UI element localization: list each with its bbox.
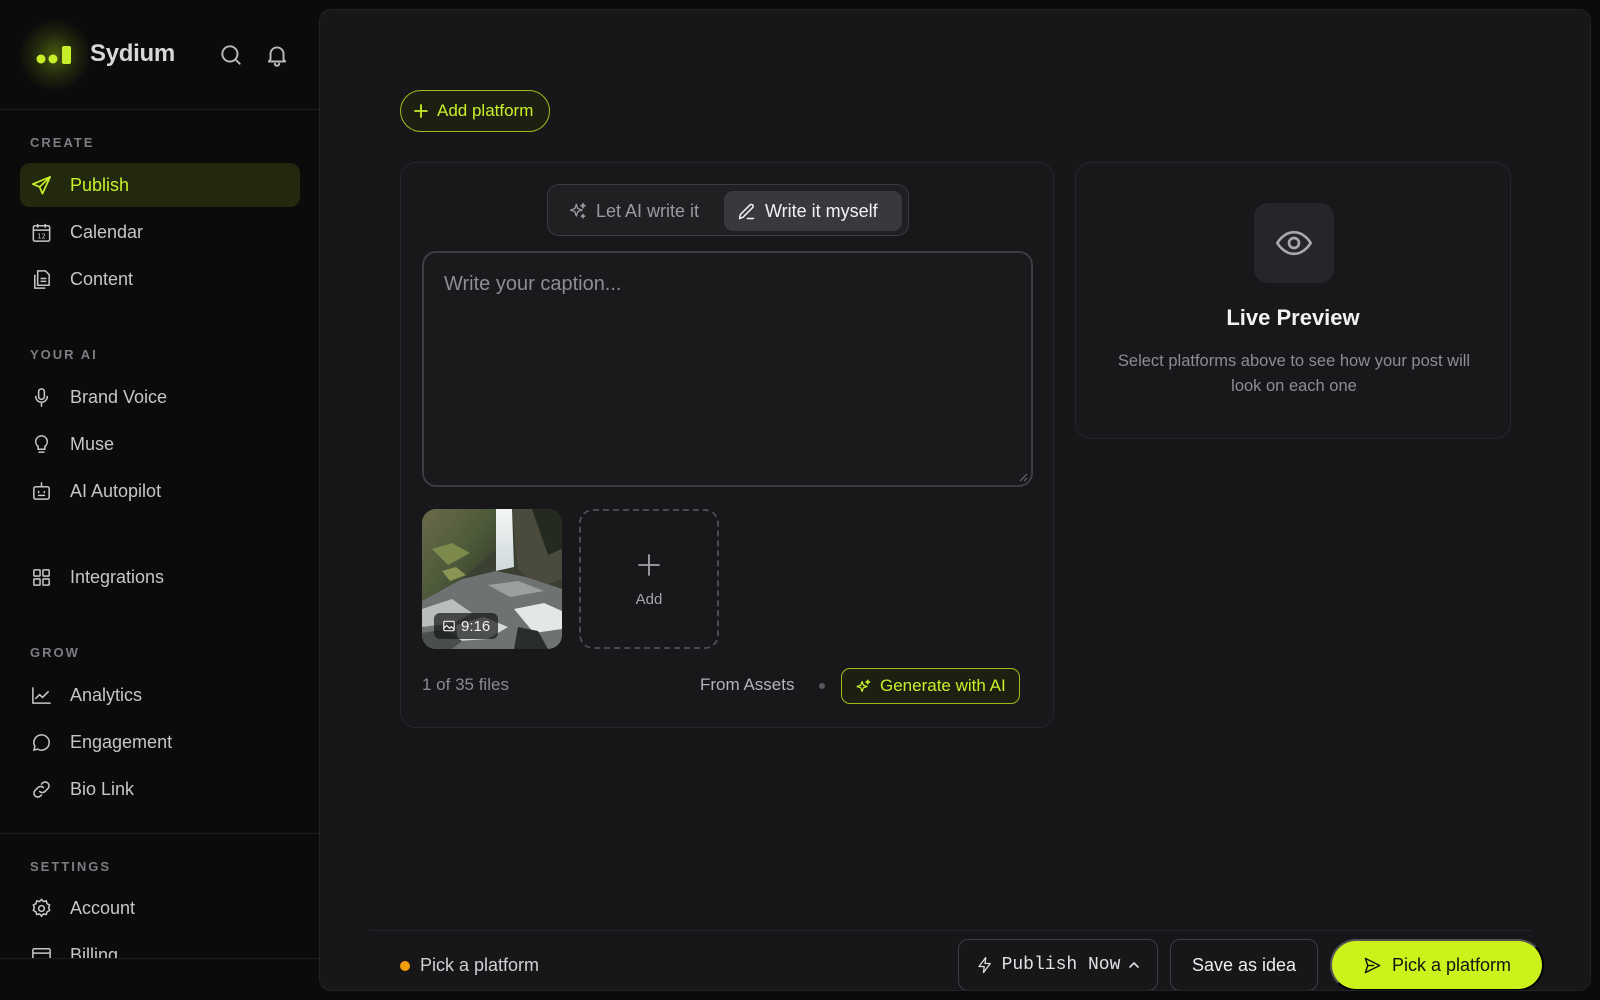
save-idea-label: Save as idea — [1191, 954, 1297, 975]
pick-platform-label: Pick a platform — [1391, 954, 1512, 975]
resize-handle-icon[interactable] — [1018, 472, 1028, 482]
link-icon — [30, 778, 53, 801]
ratio-label: 9:16 — [461, 617, 491, 635]
publish-now-button[interactable]: Publish Now — [958, 939, 1158, 990]
from-assets-link[interactable]: From Assets — [700, 675, 794, 695]
svg-text:12: 12 — [37, 233, 46, 241]
eye-icon — [1275, 230, 1313, 256]
chart-icon — [30, 684, 53, 707]
section-label-your-ai: YOUR AI — [30, 347, 98, 362]
sidebar-item-label: AI Autopilot — [70, 480, 162, 501]
card-icon — [30, 944, 53, 958]
mode-write-myself-button[interactable]: Write it myself — [724, 191, 902, 231]
grid-icon — [30, 566, 53, 589]
mode-self-label: Write it myself — [765, 200, 878, 221]
send-icon — [30, 174, 53, 197]
sparkles-icon — [569, 202, 586, 219]
sidebar-item-label: Muse — [70, 433, 115, 454]
add-media-button[interactable]: Add — [579, 509, 719, 649]
sidebar-item-muse[interactable]: Muse — [20, 422, 300, 466]
add-platform-label: Add platform — [437, 101, 534, 120]
lightning-icon — [977, 956, 991, 974]
sidebar-item-label: Account — [70, 897, 136, 918]
action-bar: Pick a platform Publish Now Save as idea… — [370, 930, 1544, 990]
preview-description: Select platforms above to see how your p… — [1117, 352, 1471, 395]
publish-now-label: Publish Now — [1001, 955, 1121, 975]
status-dot — [400, 960, 410, 971]
sidebar-item-calendar[interactable]: 12 Calendar — [20, 210, 300, 254]
sidebar-item-integrations[interactable]: Integrations — [20, 555, 300, 599]
generate-with-ai-button[interactable]: Generate with AI — [841, 668, 1020, 704]
send-icon — [1364, 957, 1381, 973]
separator-dot — [819, 683, 825, 689]
ratio-badge: 9:16 — [434, 613, 499, 639]
sidebar-item-label: Publish — [70, 174, 130, 195]
sparkles-icon — [856, 678, 871, 692]
preview-icon-box — [1254, 203, 1334, 283]
section-label-settings: SETTINGS — [30, 859, 112, 874]
plus-icon — [638, 554, 660, 576]
status-text: Pick a platform — [420, 955, 540, 975]
calendar-icon: 12 — [30, 221, 53, 244]
media-thumbnail[interactable]: 9:16 — [422, 509, 562, 649]
section-label-create: CREATE — [30, 135, 95, 150]
mode-toggle: Let AI write it Write it myself — [547, 184, 909, 236]
add-media-label: Add — [635, 591, 663, 608]
image-icon — [443, 620, 455, 632]
sidebar: Sydium CREATE Publish 12 Calendar Conten… — [0, 0, 319, 1000]
robot-icon — [30, 480, 53, 503]
caption-input[interactable] — [424, 253, 1031, 485]
sidebar-clip: Billing — [0, 930, 319, 958]
save-as-idea-button[interactable]: Save as idea — [1170, 939, 1318, 990]
section-label-grow: GROW — [30, 645, 80, 660]
live-preview-card: Live Preview Select platforms above to s… — [1075, 162, 1511, 439]
chevron-up-icon — [1129, 961, 1140, 968]
lightbulb-icon — [30, 433, 53, 456]
sidebar-item-label: Engagement — [70, 731, 173, 752]
sidebar-item-brand-voice[interactable]: Brand Voice — [20, 375, 300, 419]
mode-ai-label: Let AI write it — [596, 200, 700, 221]
sidebar-item-content[interactable]: Content — [20, 257, 300, 301]
pick-platform-button[interactable]: Pick a platform — [1330, 939, 1544, 990]
bell-icon[interactable] — [264, 42, 290, 68]
sidebar-item-ai-autopilot[interactable]: AI Autopilot — [20, 469, 300, 513]
sidebar-item-analytics[interactable]: Analytics — [20, 673, 300, 717]
sidebar-item-label: Integrations — [70, 566, 165, 587]
sidebar-item-label: Analytics — [70, 684, 143, 705]
file-count: 1 of 35 files — [422, 675, 509, 694]
microphone-icon — [30, 386, 53, 409]
sidebar-item-label: Brand Voice — [70, 386, 168, 407]
search-icon[interactable] — [218, 42, 244, 68]
sidebar-item-label: Content — [70, 268, 134, 289]
documents-icon — [30, 268, 53, 291]
mode-ai-write-button[interactable]: Let AI write it — [556, 191, 711, 231]
sidebar-item-label: Bio Link — [70, 778, 135, 799]
logo-icon — [36, 46, 71, 64]
add-platform-button[interactable]: Add platform — [400, 90, 551, 132]
pencil-icon — [738, 203, 755, 219]
brand-header: Sydium — [0, 0, 319, 110]
sidebar-item-billing[interactable]: Billing — [20, 933, 300, 958]
sidebar-item-bio-link[interactable]: Bio Link — [20, 767, 300, 811]
preview-title: Live Preview — [1226, 305, 1360, 330]
sidebar-item-publish[interactable]: Publish — [20, 163, 300, 207]
sidebar-divider — [0, 833, 319, 834]
sidebar-item-label: Calendar — [70, 221, 144, 242]
chat-bubble-icon — [30, 731, 53, 754]
app-name: Sydium — [90, 40, 175, 67]
sidebar-item-label: Billing — [70, 944, 119, 959]
main-panel: Add platform Let AI write it Write it my… — [319, 9, 1591, 991]
caption-box — [422, 251, 1033, 487]
generate-label: Generate with AI — [880, 676, 1006, 695]
composer-card: Let AI write it Write it myself Write yo… — [400, 162, 1054, 728]
platform-status: Pick a platform — [400, 955, 539, 976]
sidebar-divider — [0, 958, 319, 959]
plus-icon — [414, 104, 428, 118]
sidebar-item-account[interactable]: Account — [20, 886, 300, 930]
sidebar-item-engagement[interactable]: Engagement — [20, 720, 300, 764]
gear-icon — [30, 897, 53, 920]
